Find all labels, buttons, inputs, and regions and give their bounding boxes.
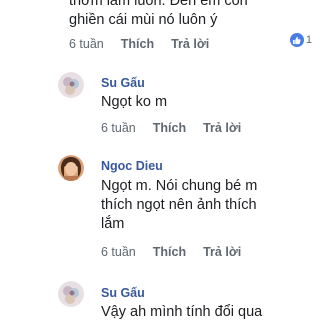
comment-line: ghiền cái mùi nó luôn ý <box>69 12 218 28</box>
comment-text: Vậy ah mình tính đổi qua <box>101 303 316 320</box>
comment-line: lắm <box>101 216 125 232</box>
comment-text: thơm lắm luôn. Đến em còn ghiền cái mùi … <box>69 0 319 30</box>
comment-actions: 6 tuần Thích Trả lời <box>101 244 241 260</box>
reaction-number: 1 <box>305 34 312 46</box>
commenter-name[interactable]: Su Gấu <box>101 75 145 91</box>
like-button[interactable]: Thích <box>153 120 186 136</box>
comment-line: thích ngọt nên ảnh thích <box>101 197 257 213</box>
comment-actions: 6 tuần Thích Trả lời <box>69 36 209 52</box>
comment-line: thơm lắm luôn. Đến em còn <box>69 0 248 9</box>
avatar[interactable] <box>58 72 84 98</box>
like-reaction-icon <box>289 33 304 47</box>
comment-time: 6 tuần <box>101 121 136 135</box>
comment-time: 6 tuần <box>69 37 104 51</box>
commenter-name[interactable]: Ngoc Dieu <box>101 158 163 174</box>
comment-line: Ngọt ko m <box>101 94 168 110</box>
commenter-name[interactable]: Su Gấu <box>101 285 145 301</box>
comment-thread: thơm lắm luôn. Đến em còn ghiền cái mùi … <box>0 0 320 320</box>
like-button[interactable]: Thích <box>121 36 154 52</box>
reply-button[interactable]: Trả lời <box>171 36 209 52</box>
comment-text: Ngọt m. Nói chung bé m thích ngọt nên ản… <box>101 177 316 234</box>
comment-text: Ngọt ko m <box>101 93 167 112</box>
comment-line: Vậy ah mình tính đổi qua <box>101 304 263 320</box>
avatar[interactable] <box>58 155 84 181</box>
reaction-count[interactable]: 1 <box>289 33 312 47</box>
like-button[interactable]: Thích <box>153 244 186 260</box>
comment-actions: 6 tuần Thích Trả lời <box>101 120 241 136</box>
avatar[interactable] <box>58 281 84 307</box>
reply-button[interactable]: Trả lời <box>203 120 241 136</box>
reply-button[interactable]: Trả lời <box>203 244 241 260</box>
comment-line: Ngọt m. Nói chung bé m <box>101 178 258 194</box>
comment-time: 6 tuần <box>101 245 136 259</box>
